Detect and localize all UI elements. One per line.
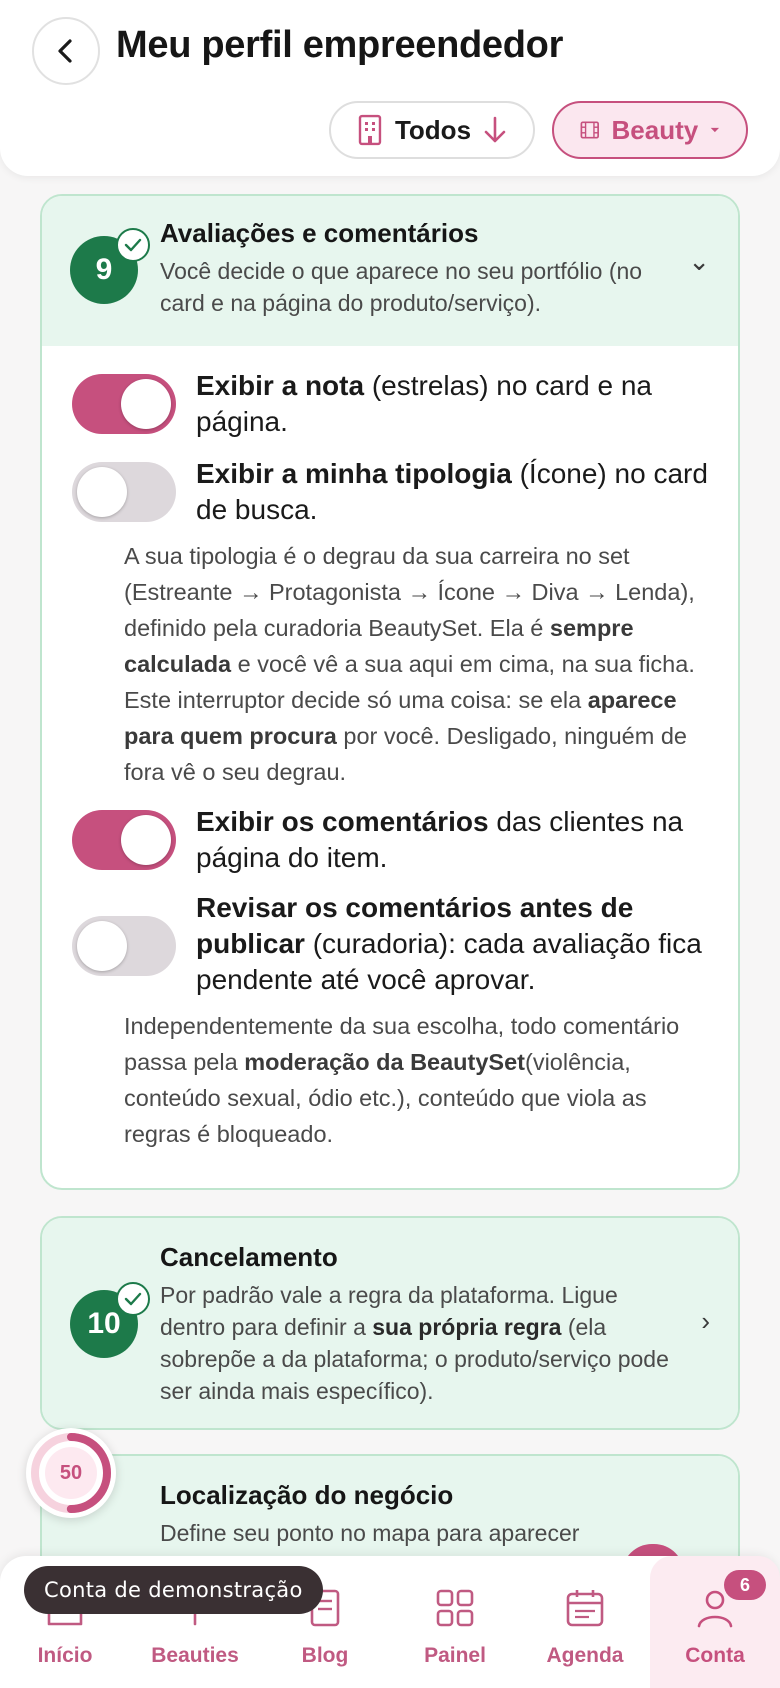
nav-label: Conta <box>685 1644 745 1667</box>
section-title: Localização do negócio <box>160 1480 454 1510</box>
category-label: Beauty <box>611 114 699 145</box>
check-icon <box>116 1282 150 1316</box>
nav-label: Início <box>37 1644 93 1667</box>
caret-down-icon <box>710 127 720 133</box>
section-description: Por padrão vale a regra da plataforma. L… <box>160 1282 669 1404</box>
nav-item-conta[interactable]: Conta 6 <box>650 1556 780 1688</box>
chevron-right-icon[interactable]: › <box>701 1306 710 1337</box>
section-title: Avaliações e comentários <box>160 218 479 248</box>
grid-icon <box>436 1589 474 1627</box>
section-description: Você decide o que aparece no seu portfól… <box>160 258 643 316</box>
nav-item-agenda[interactable]: Agenda <box>520 1556 650 1688</box>
nav-item-painel[interactable]: Painel <box>390 1556 520 1688</box>
rating-toggle-label: Exibir a nota (estrelas) no card e na pá… <box>196 370 652 437</box>
page-title: Meu perfil empreendedor <box>116 24 564 66</box>
building-icon <box>358 114 382 146</box>
cancel-section-card[interactable]: 10 Cancelamento Por padrão vale a regra … <box>40 1216 740 1430</box>
filter-todos-label: Todos <box>394 114 472 145</box>
toggle-row-rating: Exibir a nota (estrelas) no card e na pá… <box>72 370 714 446</box>
rating-toggle[interactable] <box>72 374 176 434</box>
chevron-left-icon <box>58 39 72 63</box>
moderation-note: Independentemente da sua escolha, todo c… <box>124 1013 680 1147</box>
demo-account-toast: Conta de demonstração <box>24 1566 323 1614</box>
filter-todos-button[interactable]: Todos <box>329 101 535 159</box>
nav-label: Blog <box>301 1644 349 1667</box>
reviews-section-header[interactable]: 9 Avaliações e comentários Você decide o… <box>42 196 738 346</box>
nav-label: Agenda <box>546 1644 624 1667</box>
typology-toggle-label: Exibir a minha tipologia (Ícone) no card… <box>196 458 708 525</box>
category-select[interactable]: Beauty <box>552 101 748 159</box>
comments-toggle-label: Exibir os comentários das clientes na pá… <box>196 806 684 873</box>
header: Meu perfil empreendedor Todos Beauty <box>0 0 780 176</box>
calendar-icon <box>566 1590 604 1627</box>
film-icon <box>580 121 599 139</box>
typology-toggle[interactable] <box>72 462 176 522</box>
section-title: Cancelamento <box>160 1242 338 1272</box>
curation-toggle-label: Revisar os comentários antes de publicar… <box>196 892 702 995</box>
comments-toggle[interactable] <box>72 810 176 870</box>
nav-label: Beauties <box>151 1644 239 1667</box>
check-icon <box>116 228 150 262</box>
chevron-down-icon[interactable]: ⌄ <box>688 246 710 277</box>
cancel-section-header[interactable]: 10 Cancelamento Por padrão vale a regra … <box>42 1218 738 1428</box>
reviews-section-card: 9 Avaliações e comentários Você decide o… <box>40 194 740 1190</box>
back-button[interactable] <box>32 17 100 85</box>
typology-note: A sua tipologia é o degrau da sua carrei… <box>124 543 695 785</box>
toggle-row-comments: Exibir os comentários das clientes na pá… <box>72 806 714 882</box>
nav-label: Painel <box>424 1644 486 1667</box>
curation-toggle[interactable] <box>72 916 176 976</box>
section-description: Define seu ponto no mapa para aparecer <box>160 1520 580 1546</box>
toggle-row-typology: Exibir a minha tipologia (Ícone) no card… <box>72 458 714 534</box>
progress-value: 50 <box>59 1461 83 1484</box>
arrow-down-icon <box>484 116 506 143</box>
notification-badge: 6 <box>724 1570 766 1600</box>
profile-progress-ring[interactable]: 50 <box>26 1428 116 1518</box>
